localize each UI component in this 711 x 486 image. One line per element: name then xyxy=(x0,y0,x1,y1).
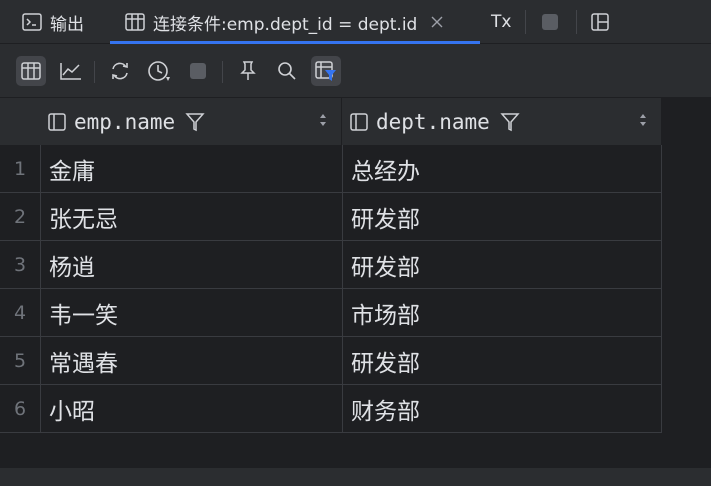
column-label: dept.name xyxy=(376,109,490,134)
cell-emp-name[interactable]: 张无忌 xyxy=(40,193,342,241)
tab-query-result[interactable]: 连接条件:emp.dept_id = dept.id xyxy=(125,0,443,44)
row-number: 3 xyxy=(0,241,40,289)
row-number: 2 xyxy=(0,193,40,241)
table-row[interactable]: 1 金庸 总经办 xyxy=(0,145,662,193)
column-icon xyxy=(48,112,66,131)
column-icon xyxy=(350,112,368,131)
tx-label: Tx xyxy=(491,12,512,32)
clock-icon xyxy=(147,60,171,82)
search-icon xyxy=(277,61,297,81)
cell-emp-name[interactable]: 韦一笑 xyxy=(40,289,342,337)
table-row[interactable]: 2 张无忌 研发部 xyxy=(0,193,662,241)
table-icon xyxy=(21,62,41,80)
pin-button[interactable] xyxy=(233,56,263,86)
row-number: 4 xyxy=(0,289,40,337)
search-button[interactable] xyxy=(272,56,302,86)
tab-output-label: 输出 xyxy=(50,14,84,35)
tx-mode-button[interactable]: Tx xyxy=(491,0,511,44)
tab-query-label: 连接条件:emp.dept_id = dept.id xyxy=(153,14,418,35)
pin-icon xyxy=(239,61,257,81)
cell-dept-name[interactable]: 研发部 xyxy=(342,241,662,289)
layout-button[interactable] xyxy=(591,0,609,44)
stop-icon xyxy=(189,62,207,80)
cell-emp-name[interactable]: 小昭 xyxy=(40,385,342,433)
divider xyxy=(576,10,577,34)
column-header-dept-name[interactable]: dept.name xyxy=(342,98,662,145)
row-number-header xyxy=(0,98,40,145)
refresh-button[interactable] xyxy=(105,56,135,86)
stop-icon xyxy=(541,13,559,31)
divider xyxy=(94,61,95,83)
status-bar xyxy=(0,468,711,486)
line-chart-icon xyxy=(60,62,82,80)
cell-dept-name[interactable]: 市场部 xyxy=(342,289,662,337)
row-number: 6 xyxy=(0,385,40,433)
layout-icon xyxy=(591,13,609,31)
table-row[interactable]: 6 小昭 财务部 xyxy=(0,385,662,433)
column-label: emp.name xyxy=(74,109,176,134)
filter-icon[interactable] xyxy=(500,112,520,132)
row-number: 1 xyxy=(0,145,40,193)
filter-table-icon xyxy=(315,60,337,82)
cell-emp-name[interactable]: 金庸 xyxy=(40,145,342,193)
cell-dept-name[interactable]: 财务部 xyxy=(342,385,662,433)
tab-output[interactable]: 输出 xyxy=(22,0,84,44)
sort-icon[interactable] xyxy=(319,113,327,127)
cell-dept-name[interactable]: 总经办 xyxy=(342,145,662,193)
cell-dept-name[interactable]: 研发部 xyxy=(342,193,662,241)
table-row[interactable]: 3 杨逍 研发部 xyxy=(0,241,662,289)
refresh-icon xyxy=(109,61,131,81)
stop-button[interactable] xyxy=(183,56,213,86)
close-icon[interactable] xyxy=(431,16,443,28)
cell-emp-name[interactable]: 杨逍 xyxy=(40,241,342,289)
table-row[interactable]: 4 韦一笑 市场部 xyxy=(0,289,662,337)
cell-emp-name[interactable]: 常遇春 xyxy=(40,337,342,385)
console-icon xyxy=(22,13,42,31)
filter-icon[interactable] xyxy=(185,112,205,132)
result-grid: emp.name dept.name 1 金庸 总经办 2 张无忌 研发部 3 … xyxy=(0,98,711,468)
tab-bar: 输出 连接条件:emp.dept_id = dept.id Tx xyxy=(0,0,711,44)
stop-transaction-button[interactable] xyxy=(541,0,559,44)
row-number: 5 xyxy=(0,337,40,385)
sort-icon[interactable] xyxy=(639,113,647,127)
divider xyxy=(525,10,526,34)
divider xyxy=(222,61,223,83)
table-icon xyxy=(125,13,145,31)
column-header-emp-name[interactable]: emp.name xyxy=(40,98,342,145)
result-toolbar xyxy=(0,44,711,98)
cell-dept-name[interactable]: 研发部 xyxy=(342,337,662,385)
filter-view-button[interactable] xyxy=(311,56,341,86)
table-row[interactable]: 5 常遇春 研发部 xyxy=(0,337,662,385)
chart-view-button[interactable] xyxy=(56,56,86,86)
table-view-button[interactable] xyxy=(16,56,46,86)
history-button[interactable] xyxy=(144,56,174,86)
